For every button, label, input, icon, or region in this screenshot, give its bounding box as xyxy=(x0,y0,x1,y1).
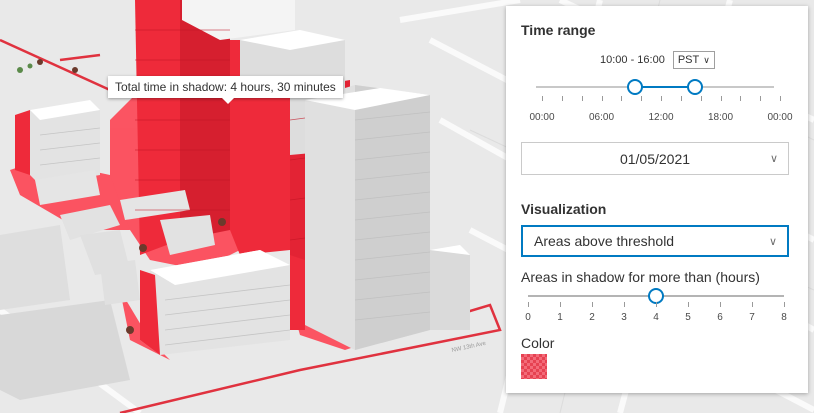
threshold-tick xyxy=(528,302,529,307)
date-value: 01/05/2021 xyxy=(619,150,691,167)
threshold-tick xyxy=(560,302,561,307)
visualization-mode-value: Areas above threshold xyxy=(534,233,675,249)
time-tick xyxy=(561,96,563,101)
threshold-tick xyxy=(720,302,721,307)
time-tick-label: 00:00 xyxy=(767,112,793,123)
time-range-title: Time range xyxy=(521,22,596,38)
time-tick xyxy=(720,96,722,101)
time-tick xyxy=(661,96,662,101)
time-tick xyxy=(760,96,762,101)
time-tick-label: 00:00 xyxy=(529,112,555,123)
time-tick-label: 12:00 xyxy=(648,112,674,123)
time-range-text: 10:00 - 16:00 xyxy=(600,54,665,66)
time-tick xyxy=(680,96,682,101)
chevron-down-icon: ∨ xyxy=(769,153,778,165)
time-tick xyxy=(641,96,643,101)
color-label: Color xyxy=(521,335,555,351)
threshold-tick-label: 2 xyxy=(589,312,595,323)
threshold-tick-label: 3 xyxy=(621,312,627,323)
time-tick-label: 18:00 xyxy=(707,112,734,123)
time-tick xyxy=(621,96,623,101)
end-time-thumb[interactable] xyxy=(687,79,703,95)
threshold-tick xyxy=(656,302,657,307)
threshold-tick-label: 0 xyxy=(525,312,531,323)
threshold-tick-label: 5 xyxy=(685,312,691,323)
threshold-tick xyxy=(592,302,593,307)
time-tick xyxy=(542,96,543,101)
start-time-thumb[interactable] xyxy=(627,79,643,95)
time-tick xyxy=(601,96,603,101)
visualization-title: Visualization xyxy=(521,201,607,217)
time-tick xyxy=(581,96,583,101)
timezone-select[interactable]: PST ∨ xyxy=(672,51,715,69)
threshold-tick-label: 1 xyxy=(557,312,563,323)
threshold-tick xyxy=(624,302,625,307)
threshold-tick-label: 6 xyxy=(717,312,723,323)
time-tick xyxy=(740,96,742,101)
color-swatch[interactable] xyxy=(521,354,547,379)
threshold-tick xyxy=(688,302,689,307)
time-tick-label: 06:00 xyxy=(588,112,615,123)
time-tick xyxy=(700,96,702,101)
threshold-tick xyxy=(784,302,785,307)
threshold-tick-label: 7 xyxy=(749,312,755,323)
time-range-row: 10:00 - 16:00 PST ∨ xyxy=(600,51,715,69)
time-tick xyxy=(780,96,781,101)
date-picker[interactable]: 01/05/2021 ∨ xyxy=(521,142,789,175)
threshold-tick xyxy=(752,302,753,307)
chevron-down-icon: ∨ xyxy=(703,54,710,65)
threshold-tick-label: 4 xyxy=(653,312,659,323)
visualization-mode-select[interactable]: Areas above threshold ∨ xyxy=(521,225,789,257)
chevron-down-icon: ∨ xyxy=(768,235,777,248)
threshold-tick-label: 8 xyxy=(781,312,787,323)
shadow-tooltip: Total time in shadow: 4 hours, 30 minute… xyxy=(108,76,343,104)
threshold-label: Areas in shadow for more than (hours) xyxy=(521,269,760,285)
timezone-value: PST xyxy=(677,54,700,66)
shadow-cast-panel: Time range 10:00 - 16:00 PST ∨ 00:00 06:0… xyxy=(506,6,808,393)
